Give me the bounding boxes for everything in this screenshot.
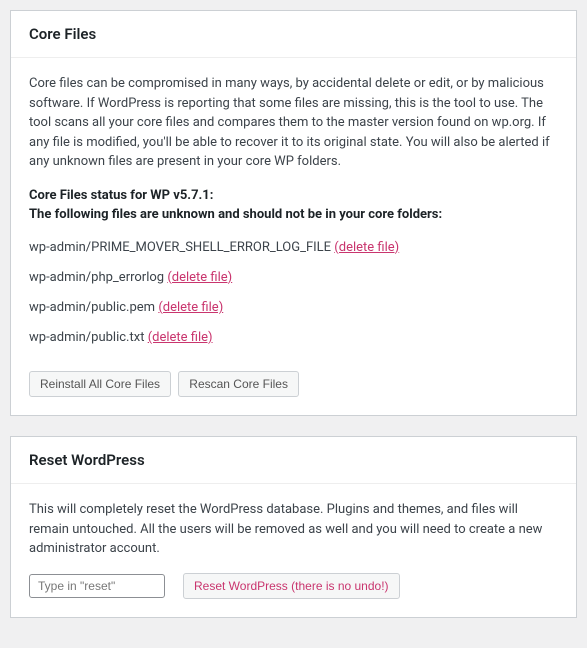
core-files-title: Core Files <box>29 25 558 43</box>
reset-confirm-input[interactable] <box>29 574 165 598</box>
status-version: Core Files status for WP v5.7.1: <box>29 186 558 206</box>
delete-file-link[interactable]: (delete file) <box>148 330 213 345</box>
file-path: wp-admin/php_errorlog <box>29 270 164 285</box>
reset-wordpress-header: Reset WordPress <box>11 437 576 484</box>
list-item: wp-admin/public.txt (delete file) <box>29 323 558 353</box>
delete-file-link[interactable]: (delete file) <box>167 270 232 285</box>
core-files-status: Core Files status for WP v5.7.1: The fol… <box>29 186 558 225</box>
delete-file-link[interactable]: (delete file) <box>158 300 223 315</box>
reset-wordpress-title: Reset WordPress <box>29 451 558 469</box>
reinstall-core-files-button[interactable]: Reinstall All Core Files <box>29 371 171 397</box>
reset-wordpress-button[interactable]: Reset WordPress (there is no undo!) <box>183 573 400 599</box>
reset-row: Reset WordPress (there is no undo!) <box>29 573 558 599</box>
status-warning: The following files are unknown and shou… <box>29 205 558 225</box>
file-path: wp-admin/PRIME_MOVER_SHELL_ERROR_LOG_FIL… <box>29 240 331 255</box>
list-item: wp-admin/public.pem (delete file) <box>29 293 558 323</box>
core-files-body: Core files can be compromised in many wa… <box>11 58 576 415</box>
rescan-core-files-button[interactable]: Rescan Core Files <box>178 371 299 397</box>
reset-wordpress-description: This will completely reset the WordPress… <box>29 500 558 559</box>
reset-wordpress-panel: Reset WordPress This will completely res… <box>10 436 577 618</box>
reset-wordpress-body: This will completely reset the WordPress… <box>11 484 576 617</box>
core-files-description: Core files can be compromised in many wa… <box>29 74 558 172</box>
delete-file-link[interactable]: (delete file) <box>334 240 399 255</box>
list-item: wp-admin/PRIME_MOVER_SHELL_ERROR_LOG_FIL… <box>29 233 558 263</box>
core-files-panel: Core Files Core files can be compromised… <box>10 10 577 416</box>
file-path: wp-admin/public.pem <box>29 300 155 315</box>
list-item: wp-admin/php_errorlog (delete file) <box>29 263 558 293</box>
file-path: wp-admin/public.txt <box>29 330 144 345</box>
unknown-files-list: wp-admin/PRIME_MOVER_SHELL_ERROR_LOG_FIL… <box>29 233 558 354</box>
core-files-header: Core Files <box>11 11 576 58</box>
